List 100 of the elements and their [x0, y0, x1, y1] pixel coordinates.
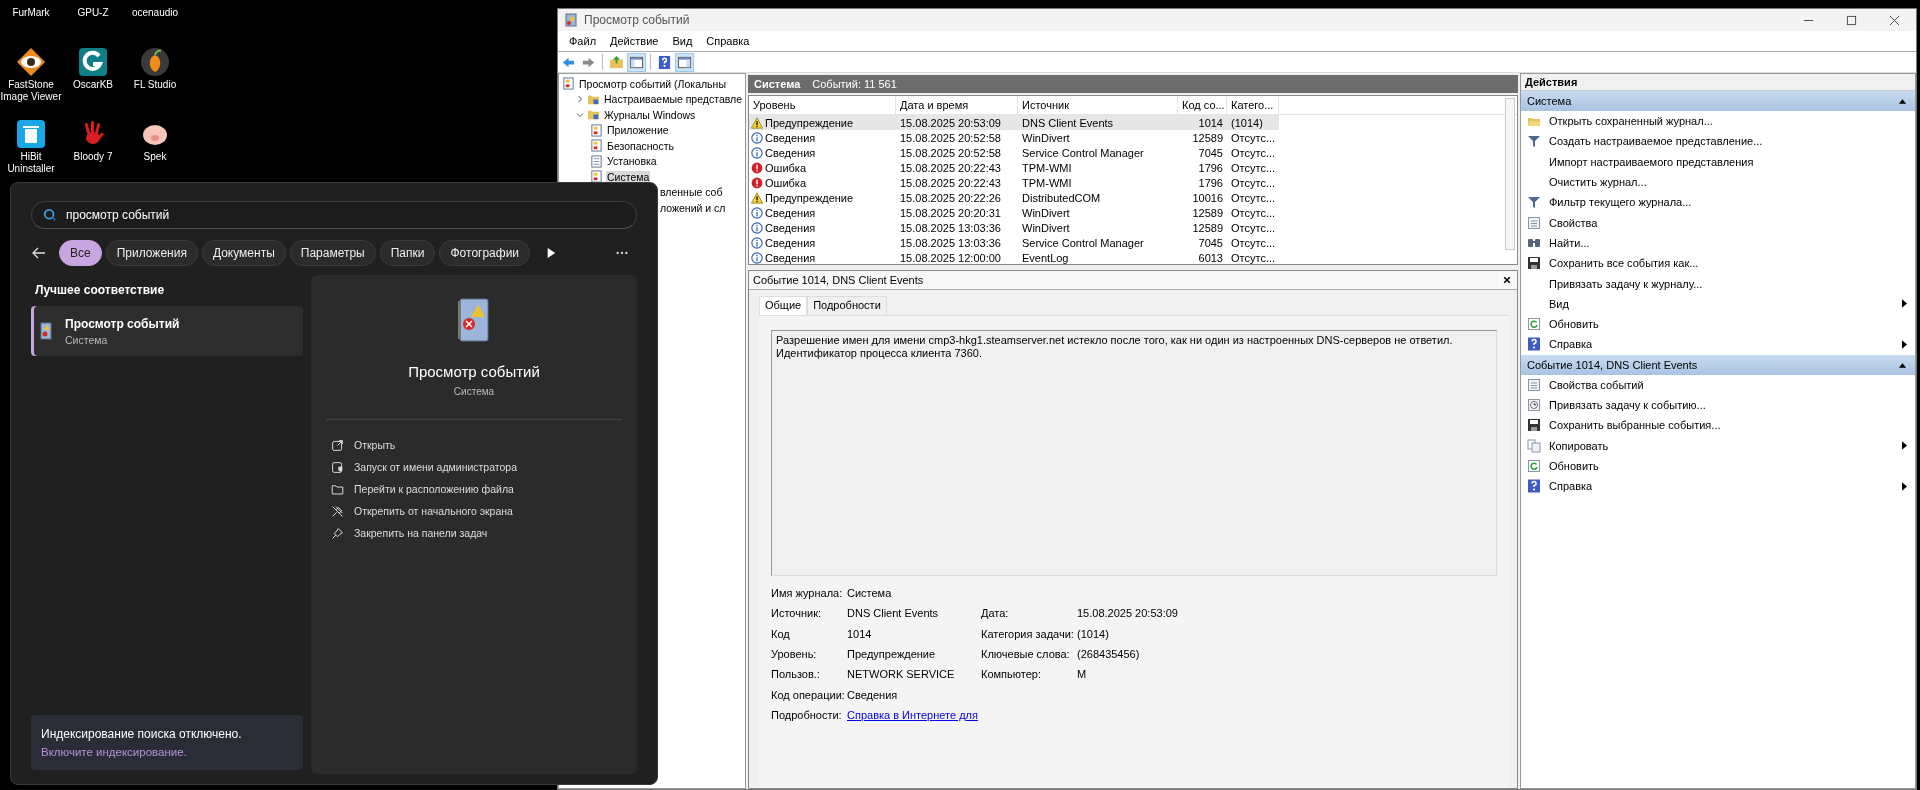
tree-item[interactable]: Настраиваемые представле — [603, 93, 744, 106]
app-subtitle: Система — [453, 386, 495, 397]
folder-up-icon[interactable] — [608, 53, 625, 71]
desktop-shortcut[interactable]: FastStone Image Viewer — [0, 43, 62, 103]
desktop-shortcut[interactable]: FL Studio — [124, 43, 186, 91]
action-item[interactable]: Обновить — [1549, 318, 1907, 331]
app-action[interactable]: Открепить от начального экрана — [331, 500, 513, 522]
desktop-shortcut[interactable]: ocenaudio — [124, 0, 186, 19]
table-row[interactable]: Ошибка 15.08.2025 20:22:43 TPM-WMI 1796 Отсутс... — [749, 160, 1279, 175]
column-header[interactable]: Источник — [1018, 96, 1178, 114]
scrollbar[interactable] — [1505, 98, 1515, 250]
action-group-header[interactable]: Событие 1014, DNS Client Events — [1521, 354, 1915, 375]
document-icon — [590, 154, 603, 168]
app-action[interactable]: Открыть — [331, 434, 396, 456]
table-row[interactable]: Сведения 15.08.2025 13:03:36 WinDivert 12589 Отсутс... — [749, 220, 1279, 235]
action-item[interactable]: Привязать задачу к событию... — [1549, 399, 1907, 411]
collapse-triangle-icon — [1898, 361, 1907, 368]
notice-text: Индексирование поиска отключено. — [41, 727, 243, 741]
app-action[interactable]: Запуск от имени администратора — [331, 456, 518, 478]
action-group-header[interactable]: Система — [1521, 91, 1915, 111]
menu-item[interactable]: Файл — [562, 35, 604, 47]
search-field[interactable]: просмотр событий — [31, 201, 637, 229]
desktop-shortcut[interactable]: FurMark — [0, 0, 62, 19]
action-item[interactable]: Привязать задачу к журналу... — [1549, 277, 1907, 290]
menu-item[interactable]: Справка — [699, 35, 757, 47]
action-item[interactable]: Фильтр текущего журнала... — [1549, 196, 1907, 209]
tree-item[interactable]: Приложение — [606, 124, 670, 137]
back-arrow-icon[interactable] — [31, 245, 47, 261]
filter-chip[interactable]: Фотографии — [439, 240, 531, 266]
table-row[interactable]: Сведения 15.08.2025 12:00:00 EventLog 6013 Отсутс... — [749, 250, 1279, 264]
pane-toggle-icon[interactable] — [628, 53, 645, 71]
help-icon[interactable] — [656, 53, 673, 71]
enable-indexing-link[interactable]: Включите индексирование. — [41, 746, 293, 758]
tree-item[interactable]: Безопасность — [606, 139, 675, 152]
tree-item[interactable]: Журналы Windows — [603, 108, 697, 121]
close-icon[interactable] — [1503, 276, 1511, 284]
table-cell: 7045 — [1198, 236, 1223, 249]
tab[interactable]: Общие — [759, 296, 808, 315]
action-item[interactable]: Очистить журнал... — [1549, 176, 1907, 189]
table-row[interactable]: Сведения 15.08.2025 13:03:36 Service Control Manager 7045 Отсутс... — [749, 235, 1279, 250]
table-row[interactable]: Ошибка 15.08.2025 20:22:43 TPM-WMI 1796 Отсутс... — [749, 175, 1279, 190]
table-row[interactable]: Сведения 15.08.2025 20:52:58 WinDivert 12589 Отсутс... — [749, 130, 1279, 145]
desktop-shortcut[interactable]: OscarKB — [62, 43, 124, 91]
bin-icon — [16, 119, 46, 149]
info-icon — [751, 131, 763, 144]
column-header[interactable]: Катего... — [1227, 96, 1279, 114]
tree-item[interactable]: ложений и сл — [659, 201, 727, 214]
tab[interactable]: Подробности — [807, 296, 887, 315]
action-item[interactable]: Сохранить все события как... — [1549, 257, 1907, 270]
close-icon[interactable] — [1889, 14, 1900, 26]
tree-item[interactable]: вленные соб — [659, 186, 724, 199]
tree-item[interactable]: Установка — [606, 155, 658, 168]
action-item[interactable]: Справка — [1549, 338, 1902, 351]
best-match-result[interactable]: Просмотр событий Система — [31, 306, 303, 356]
action-item[interactable]: Вид — [1549, 297, 1902, 310]
table-row[interactable]: Предупреждение 15.08.2025 20:53:09 DNS Client Events 1014 (1014) — [749, 115, 1279, 130]
tree-item[interactable]: Система — [606, 170, 651, 183]
column-header[interactable]: Код со... — [1178, 96, 1227, 114]
table-row[interactable]: Предупреждение 15.08.2025 20:22:26 DistributedCOM 10016 Отсутс... — [749, 190, 1279, 205]
maximize-icon[interactable] — [1846, 14, 1857, 26]
window-title: Просмотр событий — [584, 13, 690, 27]
table-row[interactable]: Сведения 15.08.2025 20:52:58 Service Control Manager 7045 Отсутс... — [749, 145, 1279, 160]
filter-chip[interactable]: Параметры — [289, 240, 376, 266]
action-item[interactable]: Свойства — [1549, 216, 1907, 229]
help-link[interactable]: Справка в Интернете для — [847, 708, 978, 721]
filter-chip[interactable]: Все — [59, 240, 102, 266]
action-item[interactable]: Создать настраиваемое представление... — [1549, 135, 1907, 148]
app-action[interactable]: Перейти к расположению файла — [331, 478, 514, 500]
table-cell: 15.08.2025 13:03:36 — [900, 236, 1001, 249]
action-item[interactable]: Справка — [1549, 480, 1902, 493]
action-item[interactable]: Свойства событий — [1549, 378, 1907, 391]
menu-item[interactable]: Вид — [665, 35, 700, 47]
action-item[interactable]: Импорт настраиваемого представления — [1549, 155, 1907, 168]
filter-chip[interactable]: Документы — [201, 240, 286, 266]
table-cell: Сведения — [765, 236, 816, 249]
filter-chip[interactable]: Приложения — [105, 240, 198, 266]
properties-icon — [1527, 215, 1541, 230]
desktop-shortcut[interactable]: HiBit Uninstaller — [0, 115, 62, 175]
filter-chip[interactable]: Папки — [379, 240, 436, 266]
table-cell: 15.08.2025 20:53:09 — [900, 116, 1001, 129]
action-item[interactable]: Сохранить выбранные события... — [1549, 419, 1907, 432]
more-icon[interactable] — [615, 251, 629, 255]
table-cell: 12589 — [1192, 206, 1223, 219]
desktop-shortcut[interactable]: GPU-Z — [62, 0, 124, 19]
table-row[interactable]: Сведения 15.08.2025 20:20:31 WinDivert 12589 Отсутс... — [749, 205, 1279, 220]
field-label: Уровень: — [771, 648, 818, 661]
action-item[interactable]: Найти... — [1549, 236, 1907, 249]
field-value: (1014) — [1077, 627, 1110, 640]
app-action[interactable]: Закрепить на панели задач — [331, 522, 488, 544]
funnel-icon — [1527, 195, 1541, 210]
action-item[interactable]: Открыть сохраненный журнал... — [1549, 115, 1907, 128]
column-header[interactable]: Уровень — [749, 96, 896, 114]
menu-item[interactable]: Действие — [603, 35, 666, 47]
pane-toggle-icon[interactable] — [676, 53, 693, 71]
column-header[interactable]: Дата и время — [896, 96, 1018, 114]
desktop-shortcut[interactable]: Bloody 7 — [62, 115, 124, 163]
desktop-shortcut[interactable]: Spek — [124, 115, 186, 163]
tree-item[interactable]: Просмотр событий (Локальны — [578, 77, 727, 90]
action-item[interactable]: Обновить — [1549, 459, 1907, 472]
action-item[interactable]: Копировать — [1549, 439, 1902, 452]
